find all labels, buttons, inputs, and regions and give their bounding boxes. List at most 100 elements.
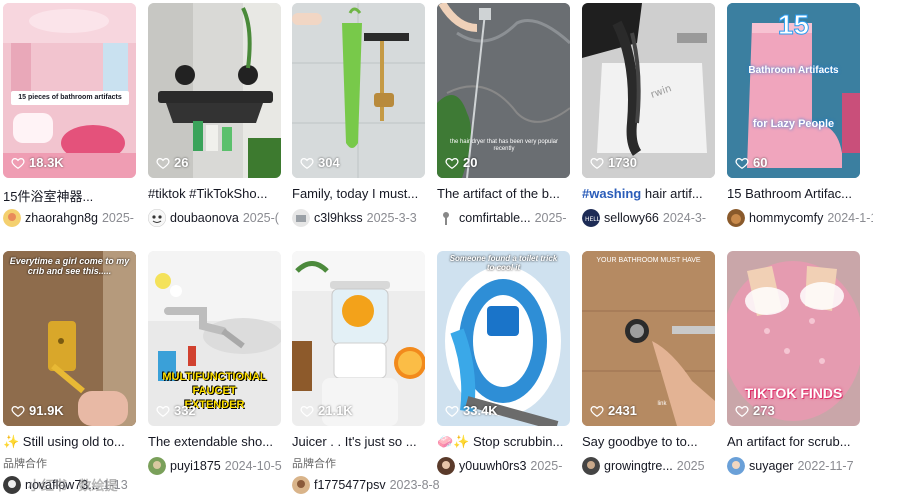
heart-icon <box>300 405 314 417</box>
avatar[interactable]: HELLO <box>582 209 600 227</box>
thumbnail-caption: YOUR BATHROOM MUST HAVE <box>596 257 701 264</box>
avatar[interactable] <box>148 457 166 475</box>
watermark: 小红书 · 数绘提 <box>28 478 118 493</box>
author-name[interactable]: y0uuwh0rs3 <box>459 459 526 473</box>
thumbnail-image: rwin <box>582 3 715 178</box>
thumbnail-image <box>582 251 715 426</box>
author-name[interactable]: doubaonova <box>170 211 239 225</box>
author-row[interactable]: zhaorahgn8g 2025- <box>3 208 149 228</box>
video-thumbnail[interactable]: Everytime a girl come to my crib and see… <box>3 251 136 426</box>
author-name[interactable]: puyi1875 <box>170 459 221 473</box>
like-count-value: 273 <box>753 403 775 418</box>
like-count-value: 20 <box>463 155 478 170</box>
like-count: 60 <box>735 155 767 170</box>
author-row[interactable]: c3l9hkss 2025-3-3 <box>292 208 438 228</box>
video-thumbnail[interactable]: YOUR BATHROOM MUST HAVE link 2431 <box>582 251 715 426</box>
video-description[interactable]: #washing hair artif... <box>582 186 727 201</box>
avatar[interactable] <box>3 476 21 494</box>
author-row[interactable]: hommycomfy 2024-1-1 <box>727 208 873 228</box>
avatar[interactable] <box>437 209 455 227</box>
like-count: 20 <box>445 155 477 170</box>
author-name[interactable]: comfirtable... <box>459 211 531 225</box>
like-count: 21.1K <box>300 403 353 418</box>
post-date: 2024-10-5 <box>224 459 282 473</box>
video-description[interactable]: The extendable sho... <box>148 434 293 449</box>
heart-icon <box>735 157 749 169</box>
avatar[interactable] <box>727 457 745 475</box>
video-thumbnail[interactable]: the hair dryer that has been very popula… <box>437 3 570 178</box>
video-thumbnail[interactable]: 26 <box>148 3 281 178</box>
video-description[interactable]: Family, today I must... <box>292 186 437 201</box>
like-count-value: 2431 <box>608 403 637 418</box>
heart-icon <box>445 157 459 169</box>
avatar[interactable] <box>437 457 455 475</box>
avatar[interactable] <box>727 209 745 227</box>
author-row[interactable]: HELLO sellowy66 2024-3- <box>582 208 728 228</box>
author-name[interactable]: growingtre... <box>604 459 673 473</box>
heart-icon <box>11 405 25 417</box>
video-description[interactable]: #tiktok #TikTokSho... <box>148 186 293 201</box>
like-count: 304 <box>300 155 340 170</box>
like-count-value: 33.4K <box>463 403 498 418</box>
like-count: 273 <box>735 403 775 418</box>
author-row[interactable]: growingtre... 2025 <box>582 456 728 476</box>
author-row[interactable]: y0uuwh0rs3 2025- <box>437 456 583 476</box>
video-description[interactable]: 🧼✨ Stop scrubbin... <box>437 434 582 450</box>
like-count-value: 332 <box>174 403 196 418</box>
thumbnail-title-number: 15 <box>777 8 810 40</box>
thumbnail-image <box>148 3 281 178</box>
like-count: 2431 <box>590 403 637 418</box>
avatar[interactable] <box>3 209 21 227</box>
video-thumbnail[interactable]: TIKTOK FINDS 273 <box>727 251 860 426</box>
video-thumbnail[interactable]: 15 pieces of bathroom artifacts 18.3K <box>3 3 136 178</box>
heart-icon <box>445 405 459 417</box>
like-count: 18.3K <box>11 155 64 170</box>
video-thumbnail[interactable]: MULTIFUNCTIONAL FAUCET EXTENDER 332 <box>148 251 281 426</box>
heart-icon <box>590 157 604 169</box>
video-description[interactable]: An artifact for scrub... <box>727 434 872 449</box>
avatar[interactable] <box>292 476 310 494</box>
post-date: 2025- <box>101 211 134 225</box>
thumbnail-title: TIKTOK FINDS <box>744 385 843 401</box>
thumbnail-subtitle: for Lazy People <box>752 118 835 130</box>
author-row[interactable]: suyager 2022-11-7 <box>727 456 873 476</box>
author-row[interactable]: puyi1875 2024-10-5 <box>148 456 294 476</box>
author-name[interactable]: hommycomfy <box>749 211 823 225</box>
thumbnail-caption: Everytime a girl come to my crib and see… <box>9 256 130 277</box>
avatar[interactable] <box>582 457 600 475</box>
author-name[interactable]: zhaorahgn8g <box>25 211 98 225</box>
avatar[interactable] <box>148 209 166 227</box>
video-description[interactable]: Say goodbye to to... <box>582 434 727 449</box>
video-thumbnail[interactable]: Someone found a toilet trick to cool it … <box>437 251 570 426</box>
author-row[interactable]: f1775477psv 2023-8-8 <box>292 476 440 494</box>
author-row[interactable]: doubaonova 2025-( <box>148 208 294 228</box>
video-description[interactable]: 15件浴室神器... <box>3 186 148 205</box>
video-thumbnail[interactable]: 21.1K <box>292 251 425 426</box>
video-description[interactable]: The artifact of the b... <box>437 186 582 201</box>
description-text: hair artif... <box>641 186 703 201</box>
like-count-value: 60 <box>753 155 768 170</box>
like-count: 91.9K <box>11 403 64 418</box>
author-name[interactable]: sellowy66 <box>604 211 659 225</box>
video-thumbnail[interactable]: 15 Bathroom Artifacts for Lazy People 60 <box>727 3 860 178</box>
like-count-value: 91.9K <box>29 403 64 418</box>
author-name[interactable]: c3l9hkss <box>314 211 363 225</box>
heart-icon <box>590 405 604 417</box>
like-count-value: 18.3K <box>29 155 64 170</box>
thumbnail-image <box>292 251 425 426</box>
video-description[interactable]: ✨ Still using old to... <box>3 434 148 450</box>
avatar[interactable] <box>292 209 310 227</box>
post-date: 2025- <box>530 459 563 473</box>
video-description[interactable]: Juicer . . It's just so ... <box>292 434 437 449</box>
author-name[interactable]: suyager <box>749 459 793 473</box>
video-thumbnail[interactable]: rwin 1730 <box>582 3 715 178</box>
like-count: 26 <box>156 155 188 170</box>
author-row[interactable]: comfirtable... 2025- <box>437 208 583 228</box>
like-count-value: 304 <box>318 155 340 170</box>
author-name[interactable]: f1775477psv <box>314 478 386 492</box>
post-date: 2025-( <box>242 211 279 225</box>
video-thumbnail[interactable]: 304 <box>292 3 425 178</box>
thumbnail-caption: the hair dryer that has been very popula… <box>449 139 559 152</box>
video-description[interactable]: 15 Bathroom Artifac... <box>727 186 872 201</box>
hashtag-link[interactable]: #washing <box>582 186 641 201</box>
